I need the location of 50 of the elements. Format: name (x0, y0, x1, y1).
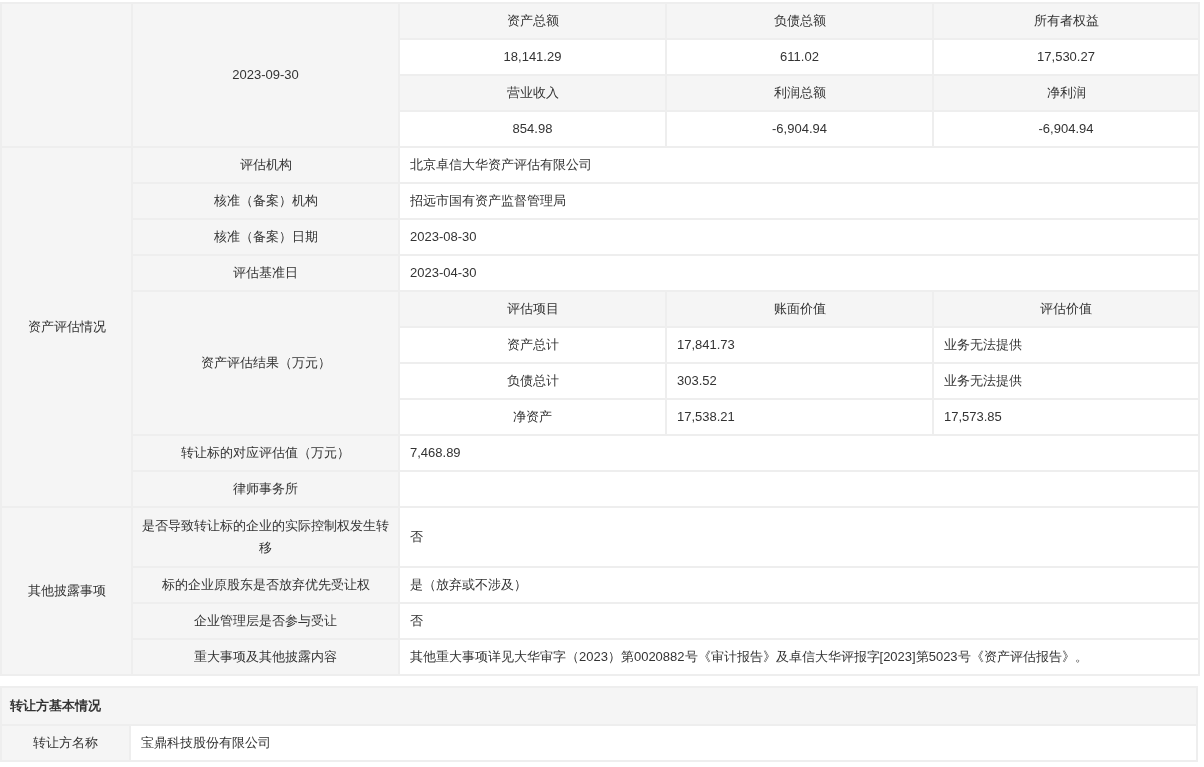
field-value: 宝鼎科技股份有限公司 (131, 726, 1198, 762)
item-cell: 资产总计 (399, 327, 666, 363)
column-header: 净利润 (933, 75, 1199, 111)
amount-cell: 303.52 (666, 363, 933, 399)
field-label: 是否导致转让标的企业的实际控制权发生转移 (132, 507, 399, 567)
field-value: 2023-04-30 (399, 255, 1199, 291)
column-header: 营业收入 (399, 75, 666, 111)
section-label: 其他披露事项 (1, 507, 132, 675)
field-label: 重大事项及其他披露内容 (132, 639, 399, 675)
date-label: 2023-09-30 (132, 3, 399, 147)
field-value: 否 (399, 507, 1199, 567)
amount-cell: 854.98 (399, 111, 666, 147)
column-header: 账面价值 (666, 291, 933, 327)
amount-cell: 611.02 (666, 39, 933, 75)
amount-cell: 业务无法提供 (933, 327, 1199, 363)
column-header: 利润总额 (666, 75, 933, 111)
field-label: 核准（备案）日期 (132, 219, 399, 255)
field-value: 其他重大事项详见大华审字（2023）第0020882号《审计报告》及卓信大华评报字[2023]第5023号《资产评估报告》。 (399, 639, 1199, 675)
column-header: 资产总额 (399, 3, 666, 39)
amount-cell: 17,573.85 (933, 399, 1199, 435)
field-label: 企业管理层是否参与受让 (132, 603, 399, 639)
item-cell: 净资产 (399, 399, 666, 435)
amount-cell: 业务无法提供 (933, 363, 1199, 399)
amount-cell: 17,538.21 (666, 399, 933, 435)
item-cell: 负债总计 (399, 363, 666, 399)
field-value: 7,468.89 (399, 435, 1199, 471)
field-value: 否 (399, 603, 1199, 639)
field-label: 评估基准日 (132, 255, 399, 291)
field-label: 转让方名称 (0, 726, 131, 762)
amount-cell: 17,530.27 (933, 39, 1199, 75)
column-header: 评估项目 (399, 291, 666, 327)
section-label: 资产评估情况 (1, 147, 132, 507)
column-header: 评估价值 (933, 291, 1199, 327)
field-value: 2023-08-30 (399, 219, 1199, 255)
field-value: 是（放弃或不涉及） (399, 567, 1199, 603)
field-label: 转让标的对应评估值（万元） (132, 435, 399, 471)
field-label: 核准（备案）机构 (132, 183, 399, 219)
amount-cell: -6,904.94 (933, 111, 1199, 147)
column-header: 负债总额 (666, 3, 933, 39)
field-value: 招远市国有资产监督管理局 (399, 183, 1199, 219)
amount-cell: 17,841.73 (666, 327, 933, 363)
field-label: 资产评估结果（万元） (132, 291, 399, 435)
section-heading: 转让方基本情况 (0, 686, 1198, 726)
amount-cell: -6,904.94 (666, 111, 933, 147)
field-value: 北京卓信大华资产评估有限公司 (399, 147, 1199, 183)
amount-cell: 18,141.29 (399, 39, 666, 75)
column-header: 所有者权益 (933, 3, 1199, 39)
field-label: 律师事务所 (132, 471, 399, 507)
field-label: 标的企业原股东是否放弃优先受让权 (132, 567, 399, 603)
field-label: 评估机构 (132, 147, 399, 183)
